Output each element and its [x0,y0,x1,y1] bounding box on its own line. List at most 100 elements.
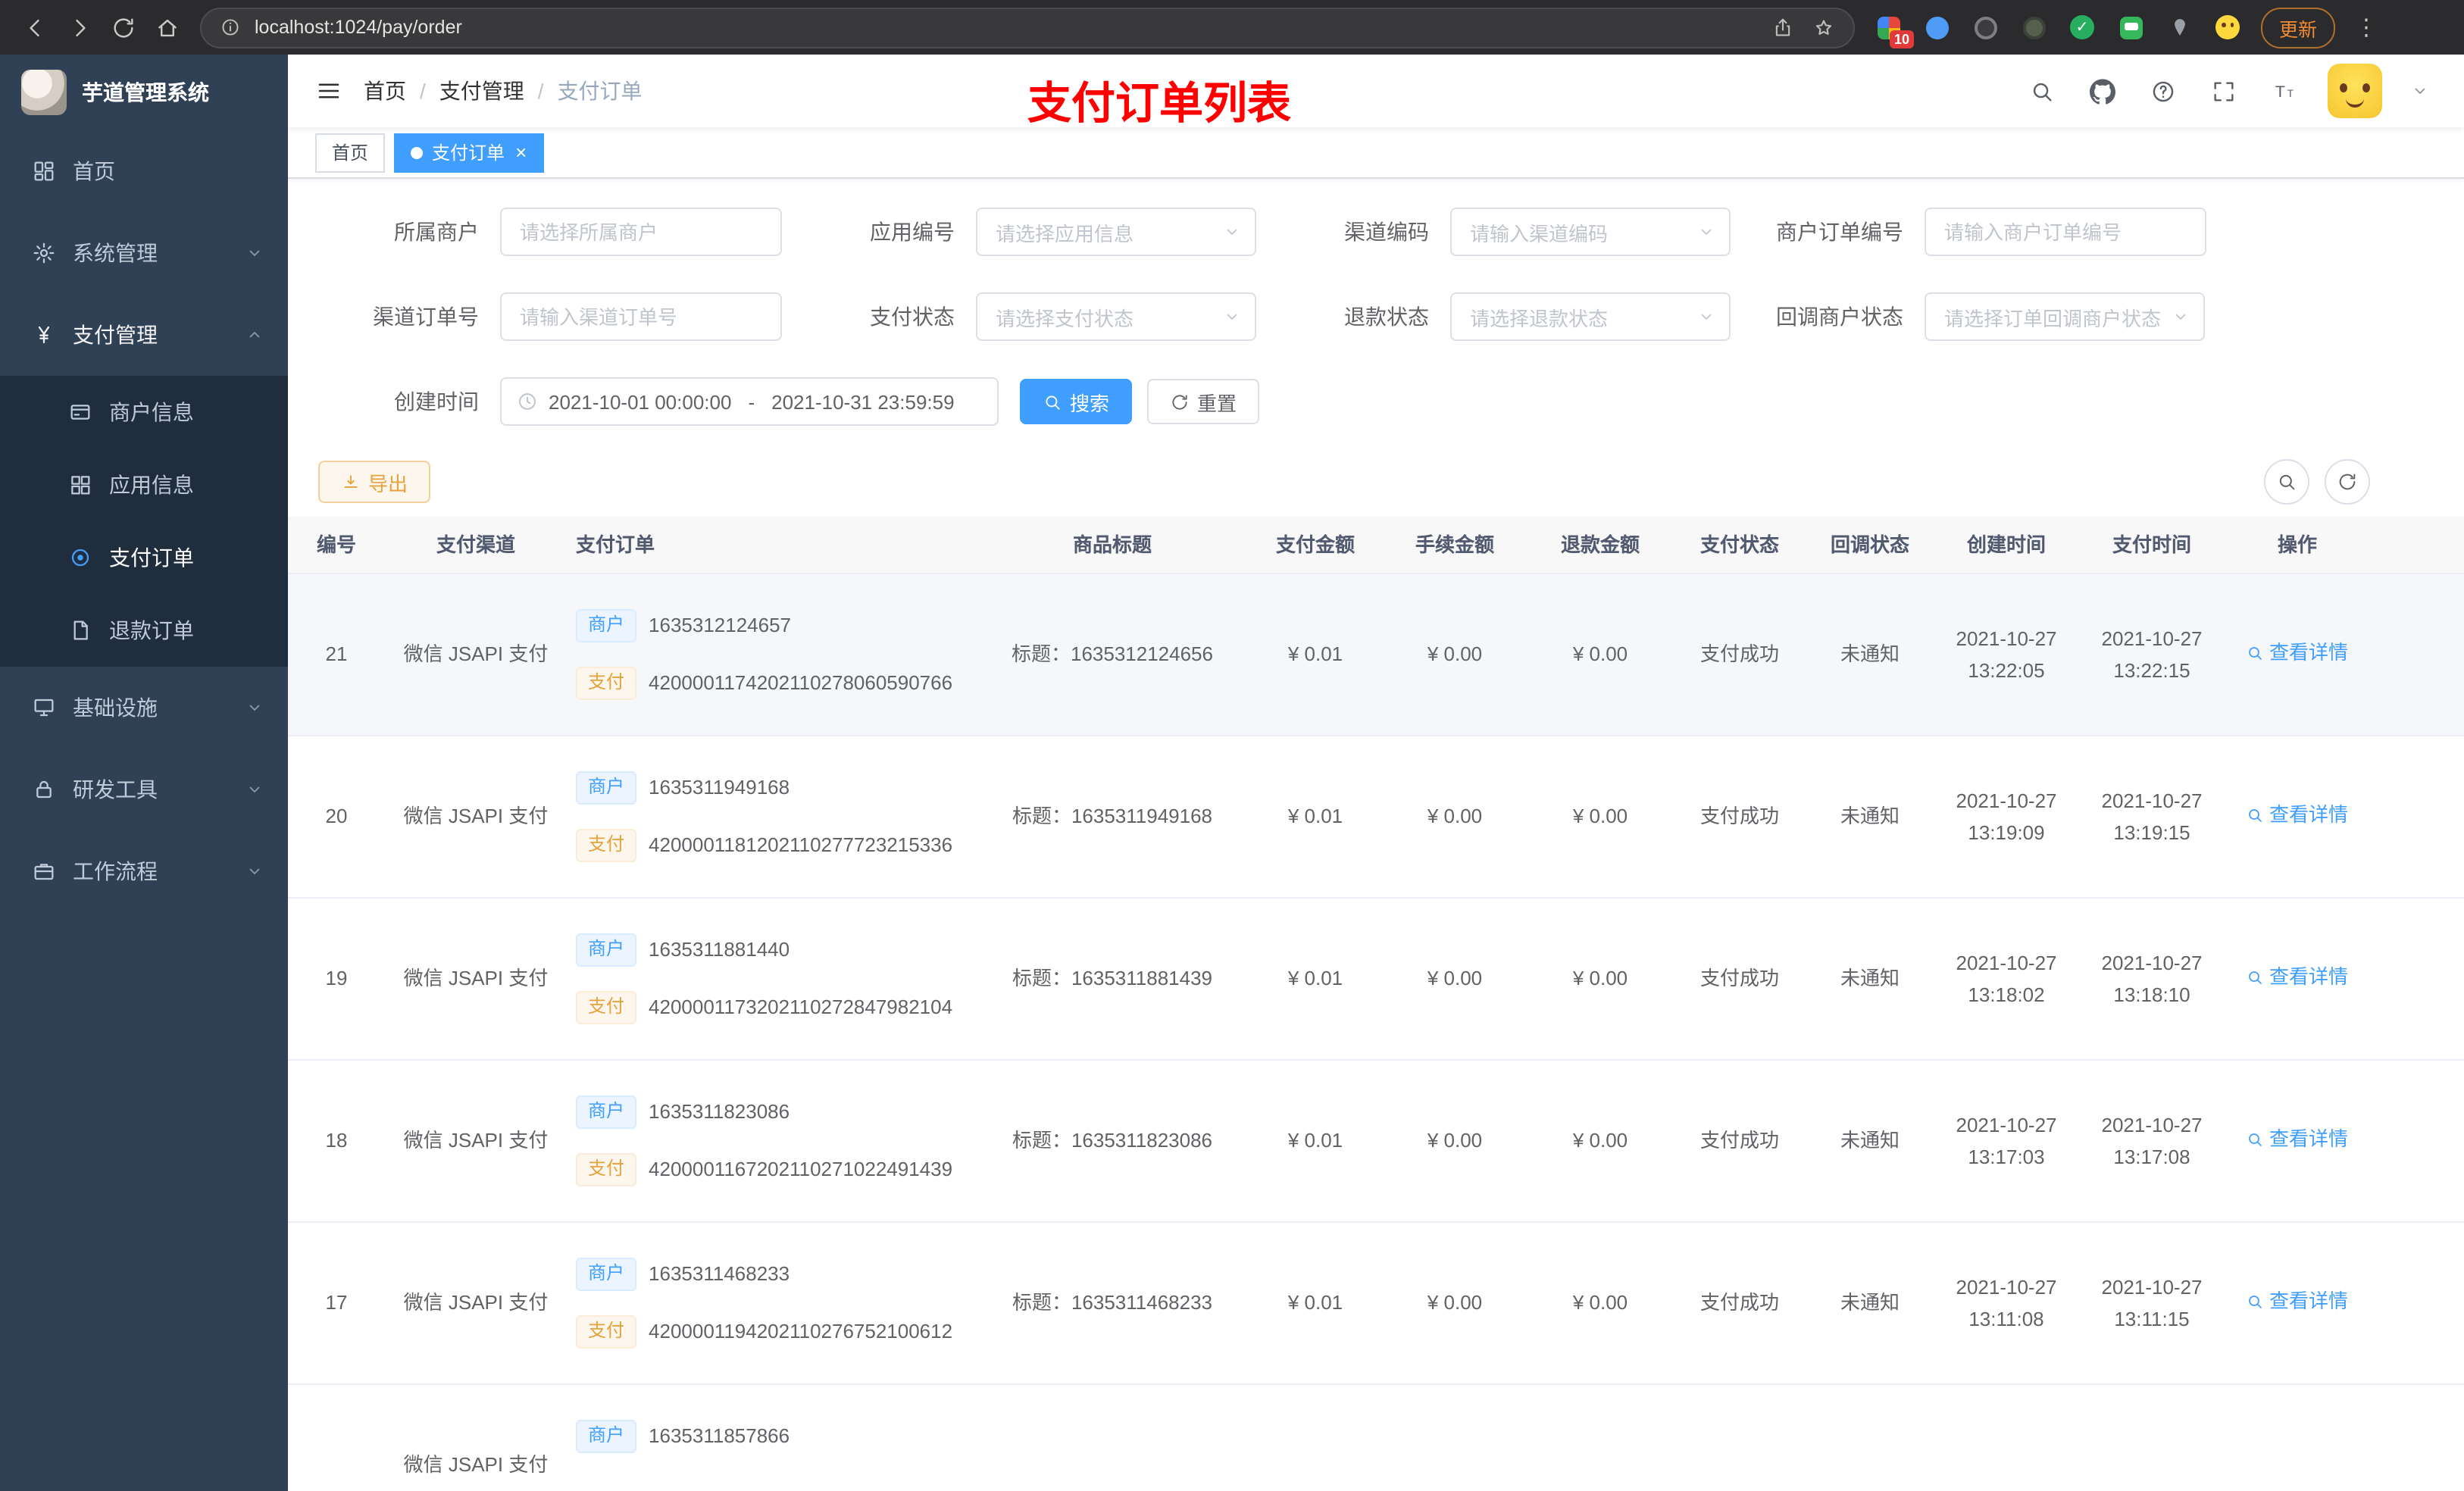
extension-blue-icon[interactable] [1921,12,1952,42]
search-icon[interactable] [2018,70,2064,112]
forward-icon[interactable] [59,8,98,47]
extension-colorful-icon[interactable]: 10 [1873,12,1914,48]
pay-channel: 微信 JSAPI 支付 [403,642,549,666]
sidebar-item-pay-order[interactable]: 支付订单 [0,521,288,594]
merchant-order-no-input[interactable] [1925,208,2206,256]
filter-refund-status: 退款状态 请选择退款状态 [1284,292,1731,341]
share-icon[interactable] [1771,16,1794,39]
filter-row-1: 所属商户 应用编号 请选择应用信息 渠道编码 请输入渠道编码 [288,208,2464,256]
pay-status-select[interactable]: 请选择支付状态 [976,292,1256,341]
tab-close-icon[interactable]: × [515,142,527,162]
fullscreen-icon[interactable] [2200,70,2246,112]
extension-dark-icon[interactable] [1970,12,2000,42]
extension-badge: 10 [1889,30,1914,48]
pay-status: 支付成功 [1699,642,1779,666]
app-filter-select[interactable]: 请选择应用信息 [976,208,1256,256]
pay-tag: 支付 [576,1153,637,1186]
pay-status: 支付成功 [1699,1129,1779,1152]
sidebar-item-workflow[interactable]: 工作流程 [0,830,288,912]
user-menu-caret-icon[interactable] [2397,70,2443,112]
refund-status-select[interactable]: 请选择退款状态 [1450,292,1731,341]
search-button[interactable]: 搜索 [1020,379,1133,424]
site-info-icon[interactable] [220,17,241,38]
refund-amount: ¥ 0.00 [1572,642,1628,666]
pay-clock: 13:18:10 [2113,983,2190,1006]
create-date: 2021-10-27 [1956,1276,2057,1299]
table-row: 17 微信 JSAPI 支付 商户 1635311468233 支付 42000… [288,1223,2464,1385]
svg-text:T: T [2286,87,2293,99]
create-time: 2021-10-27 13:19:09 [1934,785,2079,849]
channel-pay-no: 4200001174202110278060590766 [649,671,953,695]
create-time: 2021-10-27 13:18:02 [1934,947,2079,1011]
browser-update-button[interactable]: 更新 [2261,7,2336,48]
browser-menu-icon[interactable]: ⋮ [2350,14,2382,41]
sidebar-item-system[interactable]: 系统管理 [0,212,288,294]
channel-code-select[interactable]: 请输入渠道编码 [1450,208,1731,256]
filter-create-time: 创建时间 2021-10-01 00:00:00 - 2021-10-31 23… [333,377,999,426]
pay-date: 2021-10-27 [2101,1276,2203,1299]
svg-text:T: T [2275,82,2284,100]
callback-status-select[interactable]: 请选择订单回调商户状态 [1925,292,2205,341]
reset-button[interactable]: 重置 [1147,379,1260,424]
bookmark-star-icon[interactable] [1812,16,1835,39]
column-header-status: 支付状态 [1699,533,1779,556]
filter-label: 渠道订单号 [373,305,479,329]
sidebar-item-home[interactable]: 首页 [0,130,288,212]
tab-pay-order[interactable]: 支付订单 × [394,133,544,172]
extension-emoji-icon[interactable] [2212,12,2243,42]
column-header-create: 创建时间 [1966,533,2046,556]
user-avatar[interactable] [2328,64,2382,118]
breadcrumb-section[interactable]: 支付管理 [439,76,524,106]
url-bar[interactable]: localhost:1024/pay/order [200,7,1855,48]
extension-check-icon[interactable]: ✓ [2067,12,2097,42]
breadcrumb-home[interactable]: 首页 [364,76,406,106]
pay-amount: ¥ 0.01 [1287,1291,1343,1314]
sidebar-item-app-info[interactable]: 应用信息 [0,449,288,521]
pay-date: 2021-10-27 [2101,789,2203,812]
briefcase-icon [30,859,58,883]
view-detail-link[interactable]: 查看详情 [2247,1287,2348,1317]
home-icon[interactable] [147,8,186,47]
back-icon[interactable] [15,8,55,47]
refresh-table-button[interactable] [2325,459,2370,505]
view-detail-link[interactable]: 查看详情 [2247,963,2348,992]
refresh-icon[interactable] [103,8,142,47]
sidebar-item-infra[interactable]: 基础设施 [0,667,288,749]
font-size-icon[interactable]: TT [2261,70,2306,112]
pay-status: 支付成功 [1699,967,1779,990]
card-icon [67,400,94,424]
channel-order-no-input[interactable] [500,292,782,341]
select-placeholder: 请输入渠道编码 [1470,222,1609,245]
extension-olive-icon[interactable] [2018,12,2049,42]
view-detail-link[interactable]: 查看详情 [2247,639,2348,668]
date-range-picker[interactable]: 2021-10-01 00:00:00 - 2021-10-31 23:59:5… [500,377,999,426]
sidebar-item-payment[interactable]: 支付管理 [0,294,288,376]
pay-amount: ¥ 0.01 [1287,805,1343,828]
fee-amount: ¥ 0.00 [1427,1129,1483,1152]
column-header-amount: 支付金额 [1275,533,1355,556]
export-button[interactable]: 导出 [318,461,431,503]
view-detail-link[interactable]: 查看详情 [2247,801,2348,830]
filter-label: 支付状态 [870,305,955,329]
extension-pin-icon[interactable] [2164,12,2194,42]
extension-chat-icon[interactable] [2115,12,2146,42]
sidebar-item-merchant-info[interactable]: 商户信息 [0,376,288,449]
filter-merchant-order-no: 商户订单编号 [1758,208,2206,256]
tab-home[interactable]: 首页 [315,133,386,172]
toggle-search-button[interactable] [2264,459,2309,505]
sidebar-item-refund-order[interactable]: 退款订单 [0,594,288,667]
help-icon[interactable] [2140,70,2185,112]
view-detail-link[interactable]: 查看详情 [2247,1125,2348,1155]
table-toolbar: 导出 [288,459,2464,505]
sidebar-toggle-icon[interactable] [315,77,342,105]
filter-label: 商户订单编号 [1776,220,1903,244]
table-row: 20 微信 JSAPI 支付 商户 1635311949168 支付 42000… [288,736,2464,899]
chevron-down-icon [245,780,264,799]
merchant-order-no: 1635311857866 [649,1424,790,1448]
table-row: 21 微信 JSAPI 支付 商户 1635312124657 支付 42000… [288,574,2464,736]
create-clock: 13:18:02 [1968,983,2045,1006]
github-icon[interactable] [2079,70,2125,112]
sidebar-item-devtools[interactable]: 研发工具 [0,749,288,830]
merchant-filter-input[interactable] [500,208,782,256]
gear-icon [30,241,58,265]
